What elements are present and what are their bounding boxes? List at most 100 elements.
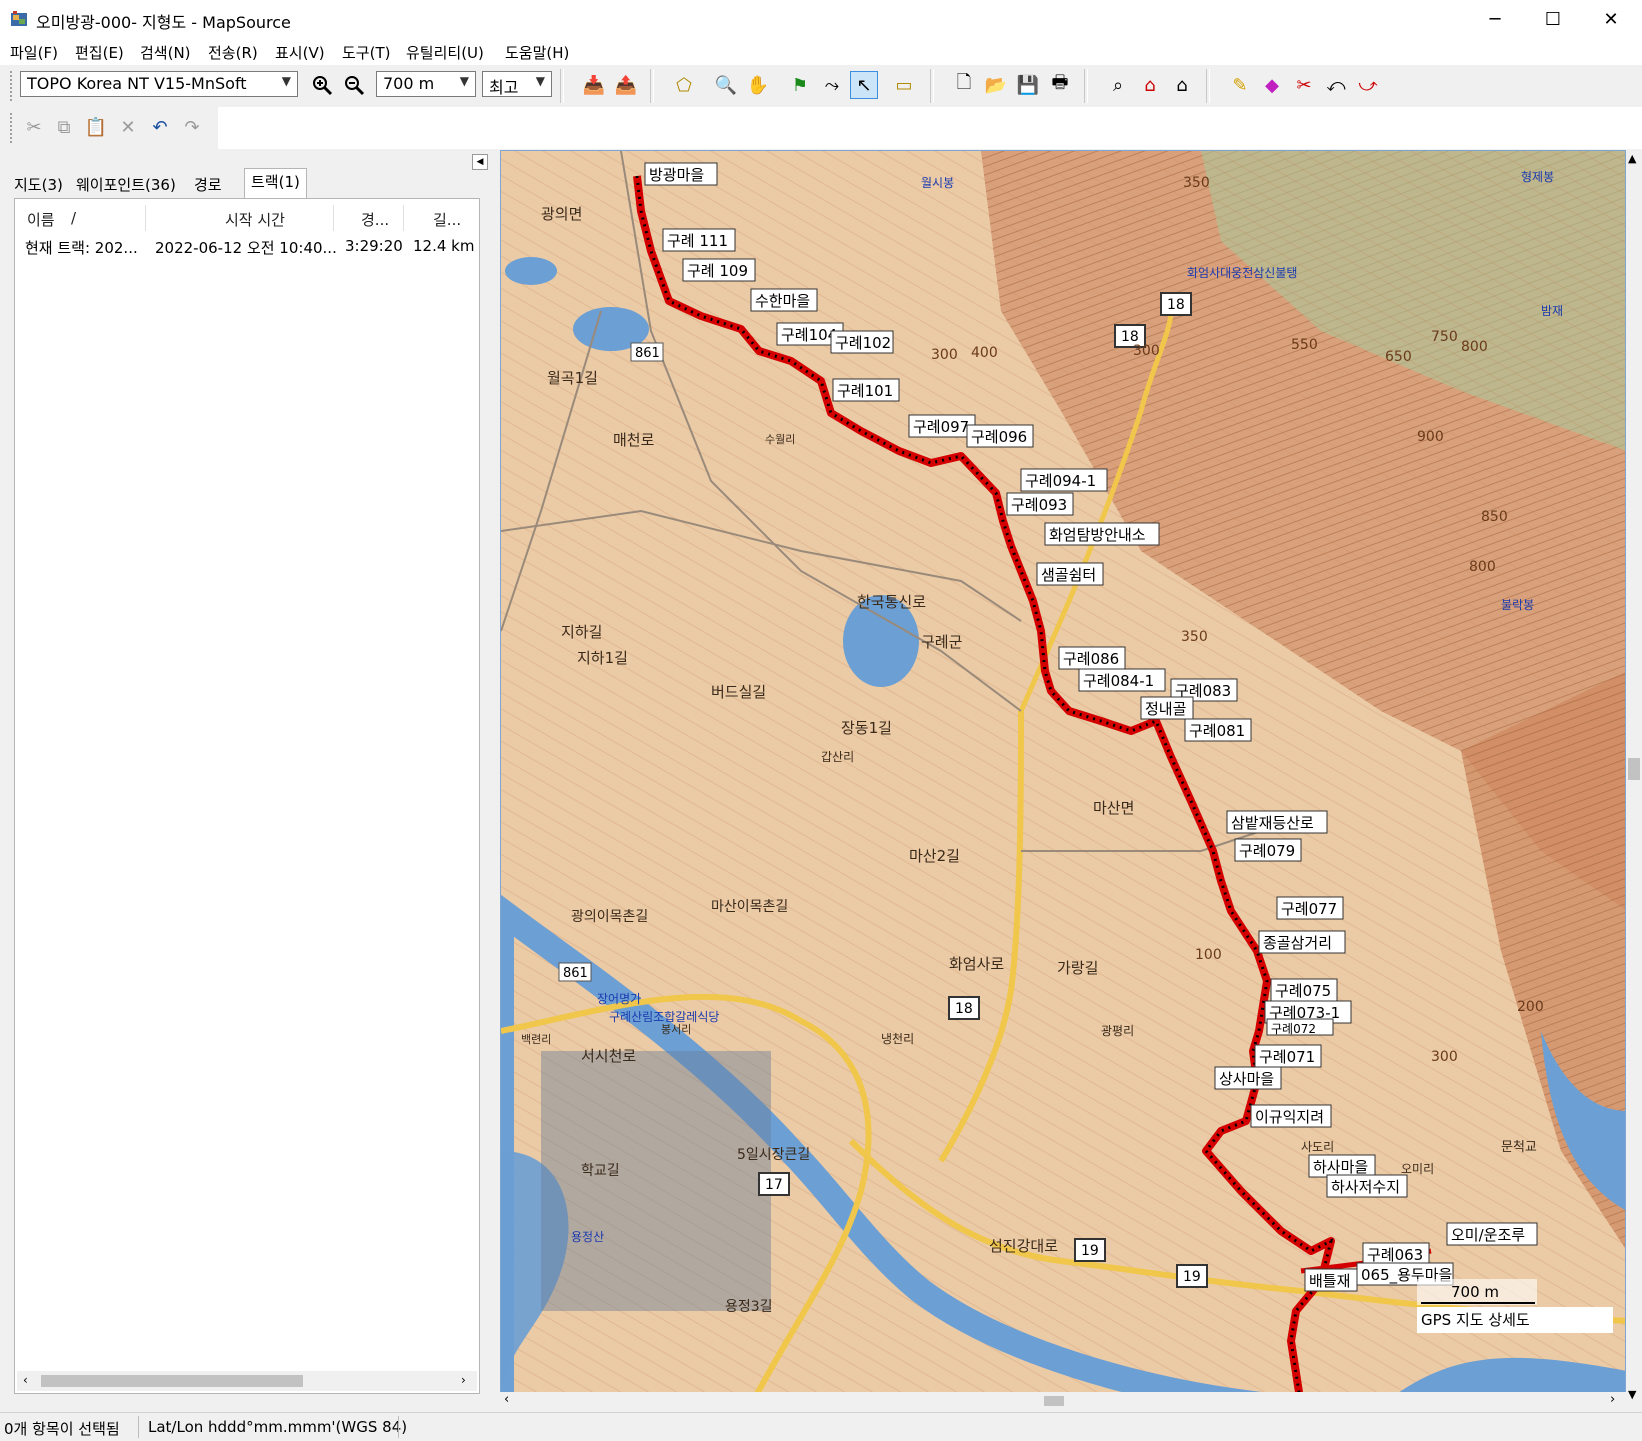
- filter-tool-button[interactable]: ⤻: [1354, 71, 1382, 99]
- column-start-header[interactable]: 시작 시간: [225, 209, 285, 230]
- redo-button[interactable]: ↷: [178, 113, 206, 141]
- track-list[interactable]: 이름 / 시작 시간 경... 길... 현재 트랙: 202... 2022-…: [14, 198, 480, 1394]
- waypoint-label[interactable]: 구례075: [1275, 982, 1331, 1000]
- detail-level-select[interactable]: 최고 ▼: [482, 71, 552, 97]
- menu-help[interactable]: 도움말(H): [505, 42, 569, 63]
- waypoint-label[interactable]: 구례072: [1271, 1022, 1316, 1036]
- menu-edit[interactable]: 편집(E): [75, 42, 124, 63]
- waypoint-label[interactable]: 구례102: [835, 334, 891, 352]
- waypoint-label[interactable]: 배틀재: [1309, 1272, 1350, 1290]
- toolbar-separator: [650, 69, 654, 103]
- collapse-panel-button[interactable]: ◀: [472, 154, 488, 170]
- save-button[interactable]: 💾: [1014, 71, 1042, 99]
- undo-button[interactable]: ↶: [146, 113, 174, 141]
- topo-map[interactable]: 861 861 18 18 18 17 19 19 광의면 월곡1길 매천로 구…: [501, 151, 1626, 1404]
- scroll-thumb[interactable]: [41, 1375, 303, 1387]
- waypoint-label[interactable]: 삼밭재등산로: [1231, 814, 1314, 832]
- waypoint-label[interactable]: 방광마을: [649, 166, 704, 184]
- menu-tools[interactable]: 도구(T): [342, 42, 390, 63]
- close-button[interactable]: ✕: [1582, 0, 1640, 38]
- waypoint-label[interactable]: 이규익지려: [1255, 1108, 1324, 1126]
- zoom-tool-button[interactable]: 🔍: [712, 71, 740, 99]
- waypoint-tool-button[interactable]: ⚑: [786, 71, 814, 99]
- zoom-in-button[interactable]: [308, 71, 336, 99]
- column-name-header[interactable]: 이름: [27, 209, 55, 230]
- find-address-button[interactable]: ⌂: [1168, 71, 1196, 99]
- waypoint-label[interactable]: 구례097: [913, 418, 969, 436]
- waypoint-label[interactable]: 하사마을: [1313, 1158, 1368, 1176]
- waypoint-label[interactable]: 종골삼거리: [1263, 934, 1332, 952]
- waypoint-label[interactable]: 정내골: [1145, 700, 1186, 718]
- table-row[interactable]: 현재 트랙: 202... 2022-06-12 오전 10:40... 3:2…: [15, 231, 479, 257]
- find-nearby-button[interactable]: ⌂: [1136, 71, 1164, 99]
- distance-tool-button[interactable]: ▭: [890, 71, 918, 99]
- map-tool-button[interactable]: ⬠: [670, 71, 698, 99]
- open-button[interactable]: 📂: [982, 71, 1010, 99]
- hand-tool-button[interactable]: ✋: [744, 71, 772, 99]
- send-to-device-button[interactable]: 📤: [612, 71, 640, 99]
- waypoint-label[interactable]: 구례084-1: [1083, 672, 1154, 690]
- map-product-select[interactable]: TOPO Korea NT V15-MnSoft ▼: [20, 71, 298, 97]
- toolbar-grip[interactable]: [10, 71, 15, 101]
- scroll-right-icon[interactable]: ›: [1610, 1392, 1615, 1407]
- menu-view[interactable]: 표시(V): [275, 42, 325, 63]
- scroll-right-icon[interactable]: ›: [461, 1373, 466, 1387]
- waypoint-label[interactable]: 샘골쉼터: [1041, 566, 1096, 584]
- column-duration-header[interactable]: 경...: [361, 209, 389, 230]
- track-tool-button[interactable]: ✎: [1226, 71, 1254, 99]
- waypoint-label[interactable]: 구례071: [1259, 1048, 1315, 1066]
- selection-tool-button[interactable]: ↖: [850, 71, 878, 99]
- print-button[interactable]: 🖶: [1046, 71, 1074, 99]
- waypoint-label[interactable]: 구례104: [781, 326, 837, 344]
- waypoint-label[interactable]: 구례094-1: [1025, 472, 1096, 490]
- waypoint-label[interactable]: 구례079: [1239, 842, 1295, 860]
- menu-transfer[interactable]: 전송(R): [208, 42, 258, 63]
- map-horizontal-scrollbar[interactable]: ‹ ›: [500, 1392, 1626, 1410]
- scroll-left-icon[interactable]: ‹: [504, 1392, 509, 1407]
- receive-from-device-button[interactable]: 📥: [580, 71, 608, 99]
- waypoint-label[interactable]: 구례096: [971, 428, 1027, 446]
- delete-button[interactable]: ✕: [114, 113, 142, 141]
- waypoint-label[interactable]: 구례063: [1367, 1246, 1423, 1264]
- menu-search[interactable]: 검색(N): [140, 42, 191, 63]
- waypoint-label[interactable]: 구례093: [1011, 496, 1067, 514]
- waypoint-label[interactable]: 상사마을: [1219, 1070, 1274, 1088]
- copy-button[interactable]: ⧉: [50, 113, 78, 141]
- maximize-button[interactable]: ☐: [1524, 0, 1582, 38]
- column-length-header[interactable]: 길...: [433, 209, 461, 230]
- zoom-scale-select[interactable]: 700 m ▼: [376, 71, 476, 97]
- waypoint-label[interactable]: 구례081: [1189, 722, 1245, 740]
- waypoint-label[interactable]: 구례 111: [667, 232, 728, 250]
- contour-label: 800: [1461, 339, 1488, 355]
- new-button[interactable]: 🗋: [950, 71, 978, 99]
- waypoint-label[interactable]: 구례 109: [687, 262, 748, 280]
- waypoint-label[interactable]: 구례101: [837, 382, 893, 400]
- place-label: 화엄사대웅전삼신불탱: [1187, 266, 1297, 280]
- map-vertical-scrollbar[interactable]: ▲ ▼: [1626, 150, 1642, 1404]
- waypoint-label[interactable]: 구례077: [1281, 900, 1337, 918]
- waypoint-label[interactable]: 오미/운조루: [1451, 1226, 1525, 1244]
- scroll-left-icon[interactable]: ‹: [23, 1373, 28, 1387]
- scroll-down-icon[interactable]: ▼: [1628, 1388, 1636, 1401]
- scroll-thumb[interactable]: [1628, 758, 1640, 780]
- find-button[interactable]: ⌕: [1104, 71, 1132, 99]
- horizontal-scrollbar[interactable]: ‹ ›: [17, 1371, 477, 1391]
- divide-tool-button[interactable]: ✂: [1290, 71, 1318, 99]
- waypoint-label[interactable]: 수한마을: [755, 292, 810, 310]
- eraser-tool-button[interactable]: ◆: [1258, 71, 1286, 99]
- cut-button[interactable]: ✂: [20, 113, 48, 141]
- scroll-thumb[interactable]: [1044, 1396, 1064, 1406]
- waypoint-label[interactable]: 하사저수지: [1331, 1178, 1400, 1196]
- zoom-out-button[interactable]: [340, 71, 368, 99]
- menu-utilities[interactable]: 유틸리티(U): [406, 42, 484, 63]
- waypoint-label[interactable]: 구례086: [1063, 650, 1119, 668]
- toolbar-grip[interactable]: [10, 113, 15, 143]
- menu-file[interactable]: 파일(F): [10, 42, 58, 63]
- paste-button[interactable]: 📋: [82, 113, 110, 141]
- map-view[interactable]: 861 861 18 18 18 17 19 19 광의면 월곡1길 매천로 구…: [500, 150, 1626, 1404]
- route-tool-button[interactable]: ⤳: [818, 71, 846, 99]
- minimize-button[interactable]: ─: [1466, 0, 1524, 38]
- waypoint-label[interactable]: 화엄탐방안내소: [1049, 526, 1146, 544]
- join-tool-button[interactable]: ⤺: [1322, 71, 1350, 99]
- scroll-up-icon[interactable]: ▲: [1628, 152, 1636, 165]
